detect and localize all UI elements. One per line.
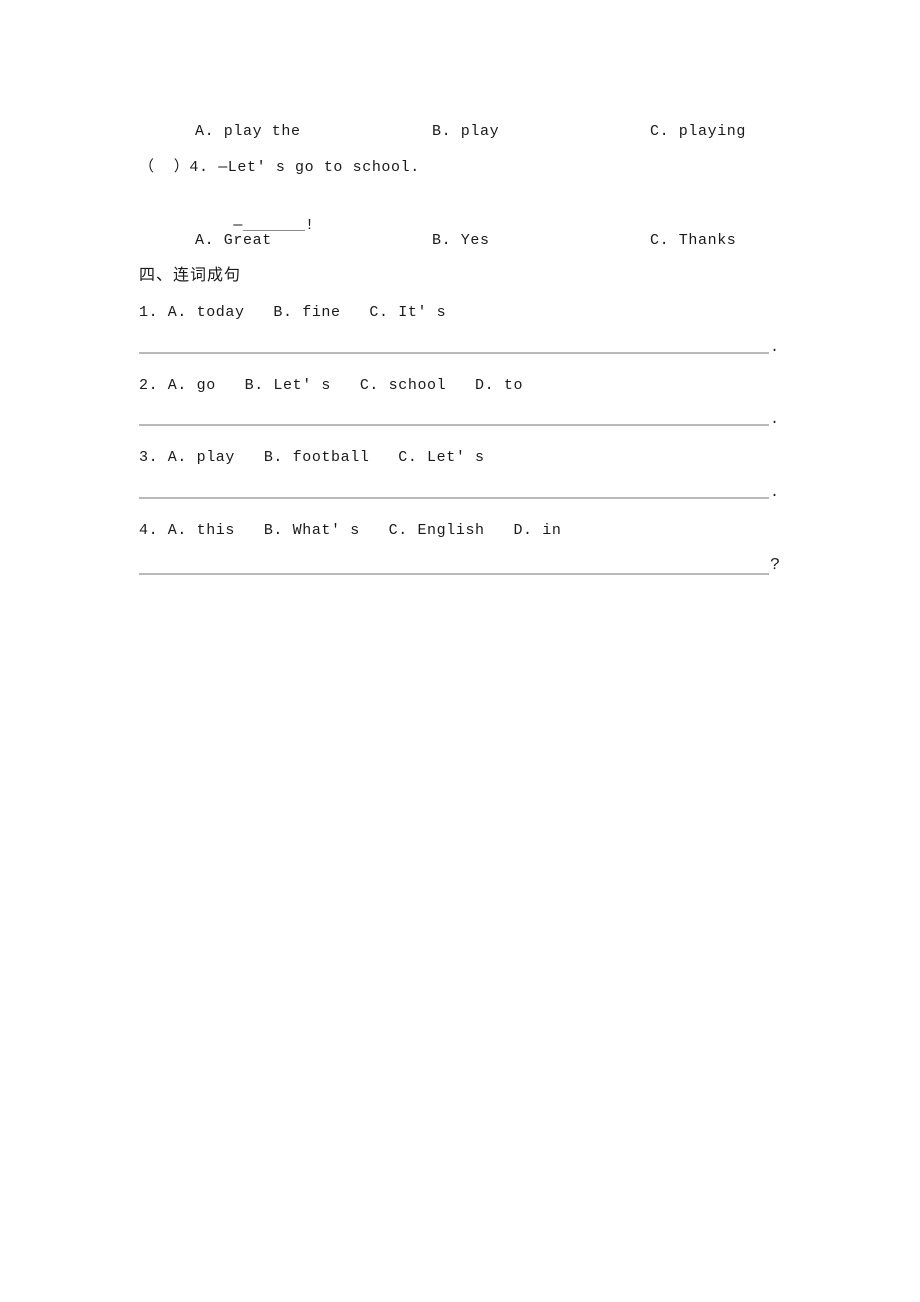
options-row-question-4: A. Great B. Yes C. Thanks	[139, 230, 779, 252]
options-row-carryover: A. play the B. play C. playing	[139, 121, 779, 143]
option-c-question-4: C. Thanks	[650, 232, 737, 249]
word-order-item-1-writing-line[interactable]	[139, 352, 769, 354]
word-order-item-3-writing-line[interactable]	[139, 497, 769, 499]
word-order-item-3-prompt: 3. A. play B. football C. Let' s	[139, 449, 485, 466]
option-b-question-4: B. Yes	[432, 232, 490, 249]
option-c-carryover: C. playing	[650, 123, 747, 140]
word-order-item-2-prompt: 2. A. go B. Let' s C. school D. to	[139, 377, 524, 394]
word-order-item-4-writing-line[interactable]	[139, 573, 769, 575]
option-a-question-4: A. Great	[195, 232, 272, 249]
section-four-heading: 四、连词成句	[139, 265, 242, 284]
option-a-carryover: A. play the	[195, 123, 301, 140]
word-order-item-2-writing-line[interactable]	[139, 424, 769, 426]
worksheet-page: A. play the B. play C. playing （ ）4. —Le…	[0, 0, 920, 1302]
word-order-item-1-prompt: 1. A. today B. fine C. It' s	[139, 304, 447, 321]
question-4-stem: （ ）4. —Let' s go to school.	[139, 159, 420, 176]
word-order-item-3-terminal-punctuation: .	[770, 484, 780, 501]
word-order-item-4-prompt: 4. A. this B. What' s C. English D. in	[139, 522, 562, 539]
word-order-item-2-terminal-punctuation: .	[770, 411, 780, 428]
word-order-item-1-terminal-punctuation: .	[770, 339, 780, 356]
word-order-item-4-terminal-punctuation: ?	[770, 556, 781, 575]
option-b-carryover: B. play	[432, 123, 500, 140]
